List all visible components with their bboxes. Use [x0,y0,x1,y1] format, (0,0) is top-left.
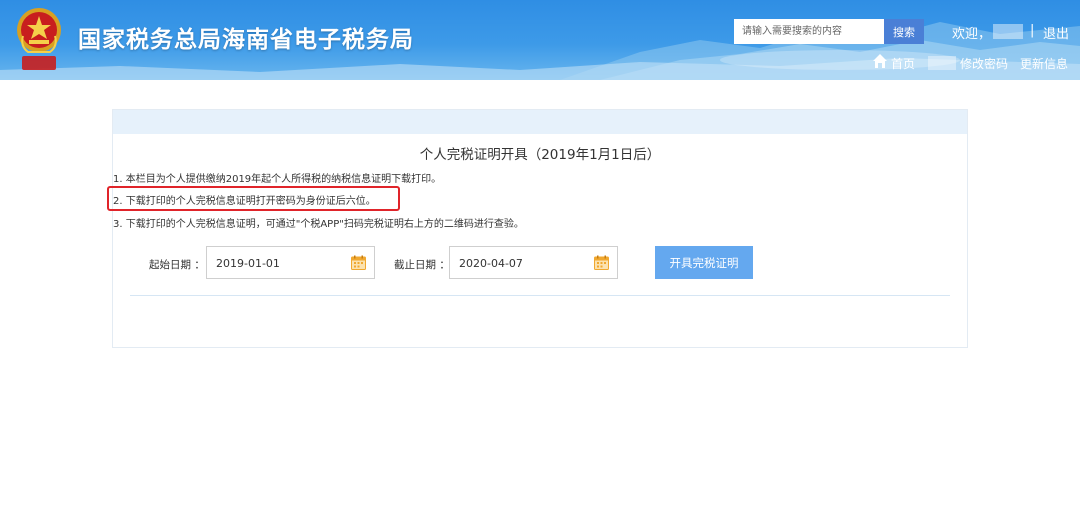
note-3: 3. 下载打印的个人完税信息证明，可通过"个税APP"扫码完税证明右上方的二维码… [113,219,524,230]
end-date-label: 截止日期 ： [394,259,450,271]
username-redaction [993,24,1023,39]
panel-title: 个人完税证明开具（2019年1月1日后） [419,147,661,163]
issue-certificate-button[interactable]: 开具完税证明 [655,246,753,279]
change-password-link[interactable]: 修改密码 [960,55,1008,72]
divider [130,295,950,296]
calendar-icon[interactable] [594,255,609,270]
welcome-text: 欢迎， [952,27,992,42]
note-1: 1. 本栏目为个人提供缴纳2019年起个人所得税的纳税信息证明下载打印。 [113,174,442,185]
tax-certificate-panel: 个人完税证明开具（2019年1月1日后） 1. 本栏目为个人提供缴纳2019年起… [107,109,968,348]
home-link[interactable]: 首页 [891,55,915,72]
nav-redaction [928,56,956,70]
start-date-input[interactable]: 2019-01-01 [206,246,375,279]
end-date-input[interactable]: 2020-04-07 [449,246,618,279]
separator: | [1030,23,1035,38]
site-title: 国家税务总局海南省电子税务局 [78,27,414,53]
tax-emblem-icon [14,6,64,74]
header-banner: 国家税务总局海南省电子税务局 搜索 欢迎， | 退出 首页 修改密码 更新信息 [0,0,1080,80]
panel-header-bar [113,110,967,134]
calendar-icon[interactable] [351,255,366,270]
home-icon[interactable] [872,53,888,69]
start-date-value: 2019-01-01 [216,257,280,270]
search-button[interactable]: 搜索 [884,19,924,44]
update-info-link[interactable]: 更新信息 [1020,55,1068,72]
start-date-label: 起始日期 ： [149,259,205,271]
logout-link[interactable]: 退出 [1043,23,1069,42]
search-input[interactable] [734,19,884,44]
note-2: 2. 下载打印的个人完税信息证明打开密码为身份证后六位。 [113,196,376,207]
end-date-value: 2020-04-07 [459,257,523,270]
